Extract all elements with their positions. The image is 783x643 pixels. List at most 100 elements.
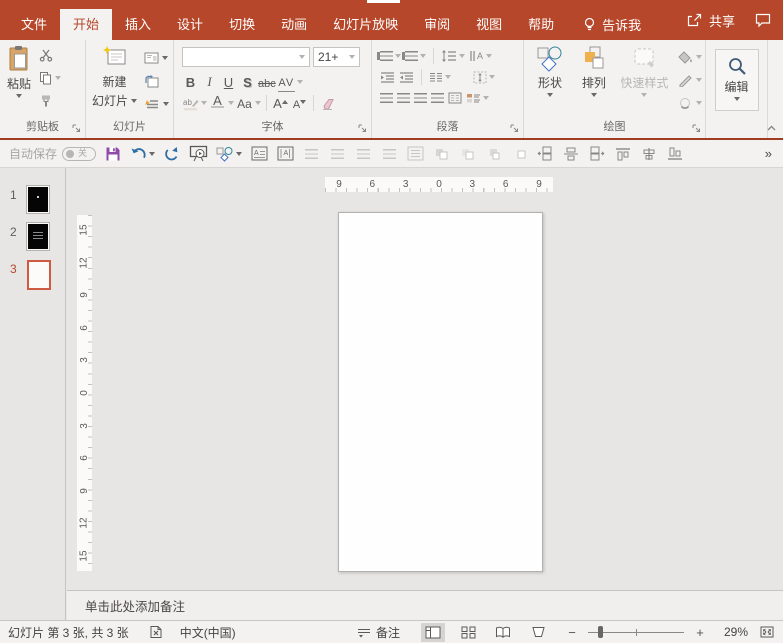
bullets-button[interactable] bbox=[380, 51, 401, 61]
zoom-slider-handle[interactable] bbox=[598, 626, 603, 638]
change-case-button[interactable]: Aa bbox=[236, 93, 253, 113]
qat-justify-button[interactable] bbox=[380, 143, 398, 165]
editing-button[interactable]: 编辑 bbox=[715, 49, 759, 111]
format-painter-icon bbox=[39, 94, 53, 108]
tab-design[interactable]: 设计 bbox=[164, 9, 216, 40]
share-button[interactable]: 共享 bbox=[686, 11, 735, 30]
columns-button[interactable] bbox=[429, 72, 451, 83]
qat-send-backward-button[interactable] bbox=[458, 143, 476, 165]
tab-animations[interactable]: 动画 bbox=[268, 9, 320, 40]
shrink-font-button[interactable]: A bbox=[291, 93, 308, 113]
qat-align-middle-objects-button[interactable] bbox=[562, 143, 580, 165]
normal-view-button[interactable] bbox=[421, 623, 445, 642]
tab-insert[interactable]: 插入 bbox=[112, 9, 164, 40]
qat-shapes-button[interactable] bbox=[216, 143, 242, 165]
qat-align-bottom-button[interactable] bbox=[666, 143, 684, 165]
tab-home[interactable]: 开始 bbox=[60, 9, 112, 40]
strikethrough-button[interactable]: abc bbox=[258, 72, 276, 92]
convert-smartart-button[interactable] bbox=[466, 92, 489, 104]
tab-review[interactable]: 审阅 bbox=[411, 9, 463, 40]
italic-button[interactable]: I bbox=[201, 72, 218, 92]
tab-transitions[interactable]: 切换 bbox=[216, 9, 268, 40]
font-name-combo[interactable] bbox=[182, 47, 310, 67]
cut-button[interactable] bbox=[36, 45, 64, 65]
slide-thumbnail-3[interactable]: 3 bbox=[0, 260, 65, 290]
character-spacing-button[interactable]: AV bbox=[278, 72, 295, 92]
highlight-color-button[interactable]: ab bbox=[182, 93, 199, 113]
bring-forward-icon bbox=[434, 147, 449, 161]
tab-help[interactable]: 帮助 bbox=[515, 9, 567, 40]
shape-fill-button[interactable] bbox=[675, 47, 705, 67]
qat-layer-down-button[interactable] bbox=[510, 143, 528, 165]
qat-distribute-button[interactable] bbox=[406, 143, 424, 165]
comments-button[interactable] bbox=[755, 13, 771, 28]
tell-me-button[interactable]: 告诉我 bbox=[583, 9, 641, 40]
slide-thumbnail-2[interactable]: 2 bbox=[0, 223, 65, 250]
start-slideshow-icon bbox=[189, 145, 208, 162]
start-slideshow-button[interactable] bbox=[189, 143, 208, 165]
copy-button[interactable] bbox=[36, 68, 64, 88]
underline-button[interactable]: U bbox=[220, 72, 237, 92]
line-spacing-button[interactable] bbox=[441, 50, 465, 62]
autosave-toggle[interactable]: 关 bbox=[62, 147, 96, 161]
insert-vertical-textbox-button[interactable]: A bbox=[276, 143, 294, 165]
align-text-button[interactable] bbox=[473, 71, 495, 84]
qat-bring-forward-button[interactable] bbox=[432, 143, 450, 165]
qat-align-center-button[interactable] bbox=[328, 143, 346, 165]
slide-layout-button[interactable] bbox=[141, 48, 172, 68]
qat-align-center-objects-button[interactable] bbox=[640, 143, 658, 165]
qat-more-button[interactable]: » bbox=[765, 146, 774, 161]
section-button[interactable] bbox=[141, 94, 172, 114]
insert-textbox-button[interactable]: A bbox=[250, 143, 268, 165]
qat-layer-up-button[interactable] bbox=[484, 143, 502, 165]
shape-effects-button[interactable] bbox=[675, 93, 705, 113]
justify-button[interactable] bbox=[431, 93, 444, 103]
font-name-caret bbox=[299, 55, 305, 59]
font-size-combo[interactable]: 21+ bbox=[313, 47, 360, 67]
slide-canvas[interactable] bbox=[338, 212, 543, 572]
qat-align-right-button[interactable] bbox=[354, 143, 372, 165]
qat-send-back-button[interactable] bbox=[588, 143, 606, 165]
text-direction-button[interactable]: A bbox=[469, 50, 492, 62]
slide-sorter-view-button[interactable] bbox=[456, 623, 480, 642]
zoom-out-button[interactable]: − bbox=[567, 625, 577, 640]
tab-file[interactable]: 文件 bbox=[8, 9, 60, 40]
fit-to-window-button[interactable] bbox=[759, 625, 775, 639]
tab-slideshow[interactable]: 幻灯片放映 bbox=[320, 9, 411, 40]
zoom-level[interactable]: 29% bbox=[716, 625, 748, 639]
add-remove-columns-button[interactable] bbox=[448, 92, 462, 104]
language-indicator[interactable]: 中文(中国) bbox=[180, 624, 236, 641]
slide-thumbnail-1[interactable]: 1 bbox=[0, 186, 65, 213]
align-center-button[interactable] bbox=[397, 93, 410, 103]
collapse-ribbon-button[interactable] bbox=[766, 124, 777, 132]
spell-check-button[interactable] bbox=[149, 625, 164, 639]
slideshow-view-button[interactable] bbox=[526, 623, 550, 642]
undo-button[interactable] bbox=[130, 143, 155, 165]
qat-align-top-button[interactable] bbox=[614, 143, 632, 165]
qat-align-left-button[interactable] bbox=[302, 143, 320, 165]
tab-view[interactable]: 视图 bbox=[463, 9, 515, 40]
zoom-slider[interactable] bbox=[588, 625, 684, 639]
align-left-button[interactable] bbox=[380, 93, 393, 103]
zoom-in-button[interactable]: + bbox=[695, 625, 705, 640]
numbering-button[interactable] bbox=[405, 51, 426, 61]
decrease-indent-button[interactable] bbox=[380, 72, 395, 83]
grow-font-button[interactable]: A bbox=[272, 93, 289, 113]
reset-slide-button[interactable] bbox=[141, 71, 172, 91]
svg-text:A: A bbox=[477, 51, 483, 61]
slide-sorter-icon bbox=[461, 626, 476, 639]
clear-formatting-button[interactable] bbox=[319, 93, 336, 113]
qat-bring-front-button[interactable] bbox=[536, 143, 554, 165]
align-right-button[interactable] bbox=[414, 93, 427, 103]
bold-button[interactable]: B bbox=[182, 72, 199, 92]
notes-pane[interactable]: 单击此处添加备注 bbox=[67, 590, 783, 620]
text-shadow-button[interactable]: S bbox=[239, 72, 256, 92]
format-painter-button[interactable] bbox=[36, 91, 64, 111]
save-button[interactable] bbox=[104, 143, 122, 165]
redo-button[interactable] bbox=[163, 143, 181, 165]
font-color-button[interactable]: A bbox=[209, 93, 226, 113]
reading-view-button[interactable] bbox=[491, 623, 515, 642]
shape-outline-button[interactable] bbox=[675, 70, 705, 90]
increase-indent-button[interactable] bbox=[399, 72, 414, 83]
notes-toggle-button[interactable]: 备注 bbox=[357, 624, 400, 641]
